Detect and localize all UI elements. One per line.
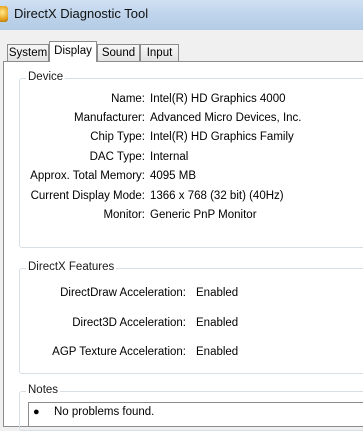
total-memory-value: 4095 MB <box>150 170 197 182</box>
note-item: No problems found. <box>54 406 155 418</box>
directx-app-icon <box>0 6 8 22</box>
directdraw-label: DirectDraw Acceleration: <box>60 287 186 299</box>
agp-texture-label: AGP Texture Acceleration: <box>52 346 186 358</box>
window-title: DirectX Diagnostic Tool <box>14 6 149 21</box>
monitor-label: Monitor: <box>103 209 145 221</box>
manufacturer-value: Advanced Micro Devices, Inc. <box>150 112 302 124</box>
bullet-icon: ● <box>33 406 40 418</box>
tab-sound[interactable]: Sound <box>97 44 140 61</box>
device-name-value: Intel(R) HD Graphics 4000 <box>150 93 286 105</box>
display-mode-value: 1366 x 768 (32 bit) (40Hz) <box>150 190 284 202</box>
directdraw-value: Enabled <box>196 287 239 299</box>
display-mode-label: Current Display Mode: <box>30 190 145 202</box>
tab-system[interactable]: System <box>7 44 49 61</box>
direct3d-value: Enabled <box>196 317 239 329</box>
chip-type-value: Intel(R) HD Graphics Family <box>150 131 294 143</box>
tab-input[interactable]: Input <box>140 44 179 61</box>
dac-type-label: DAC Type: <box>89 151 145 163</box>
manufacturer-label: Manufacturer: <box>74 112 145 124</box>
notes-box[interactable]: ● No problems found. <box>28 402 363 427</box>
agp-texture-value: Enabled <box>196 346 239 358</box>
direct3d-label: Direct3D Acceleration: <box>72 317 186 329</box>
notes-title: Notes <box>26 384 61 396</box>
tab-strip: System Display Sound Input <box>0 41 363 62</box>
chip-type-label: Chip Type: <box>90 131 145 143</box>
monitor-value: Generic PnP Monitor <box>150 209 257 221</box>
total-memory-label: Approx. Total Memory: <box>30 170 145 182</box>
device-name-label: Name: <box>111 93 145 105</box>
tab-display[interactable]: Display <box>49 41 97 62</box>
title-bar: DirectX Diagnostic Tool <box>0 0 363 30</box>
directx-features-title: DirectX Features <box>26 261 117 273</box>
dac-type-value: Internal <box>150 151 189 163</box>
device-group-title: Device <box>26 71 66 83</box>
